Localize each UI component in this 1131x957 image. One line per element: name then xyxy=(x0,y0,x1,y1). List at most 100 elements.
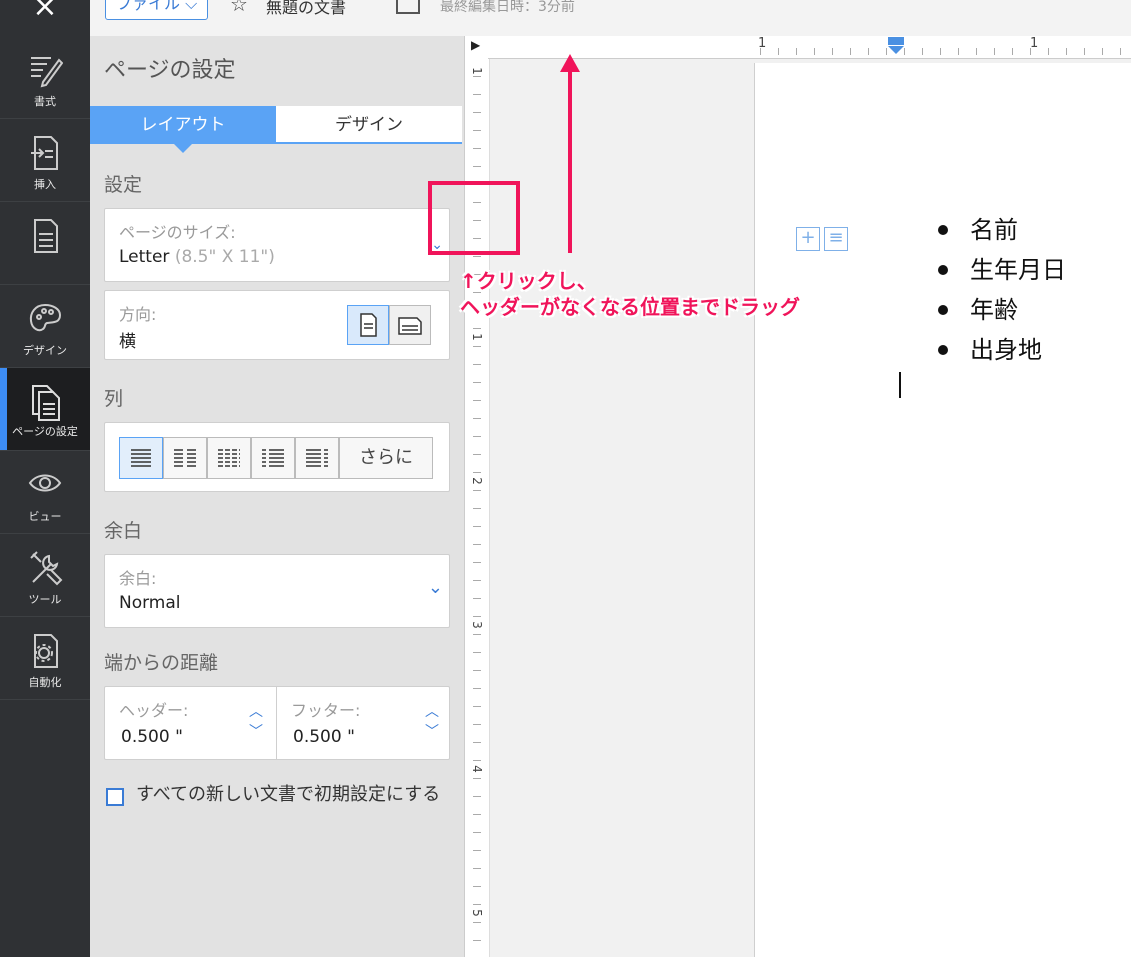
arrow-up-icon xyxy=(560,54,580,72)
nav-item-tools[interactable]: ツール xyxy=(0,534,90,617)
last-edited-text: 最終編集日時：3分前 xyxy=(440,0,575,15)
distance-field: ヘッダー: 0.500 " ︿ ﹀ フッター: 0.500 " ︿ ﹀ xyxy=(104,686,450,760)
document-title[interactable]: 無題の文書 xyxy=(266,0,346,18)
ruler-tick xyxy=(922,48,923,55)
ruler-tick xyxy=(473,868,481,869)
right-column-icon xyxy=(306,449,328,467)
columns-left-button[interactable] xyxy=(251,437,295,479)
nav-item-page-setup[interactable]: ページの設定 xyxy=(0,368,90,451)
ruler-tick xyxy=(940,48,941,55)
ruler-tick xyxy=(473,760,481,761)
orientation-field: 方向: 横 xyxy=(104,290,450,360)
ruler-tick xyxy=(473,922,481,923)
ruler-tick xyxy=(1012,48,1013,55)
ruler-tick xyxy=(473,166,481,167)
bullet-list[interactable]: 名前 生年月日 年齢 出身地 xyxy=(936,210,1066,370)
add-block-icon[interactable]: + xyxy=(796,227,820,251)
landscape-icon xyxy=(398,317,422,335)
landscape-button[interactable] xyxy=(389,305,431,345)
ruler-tick xyxy=(760,48,761,55)
ruler-tick xyxy=(473,400,481,401)
columns-2-button[interactable] xyxy=(163,437,207,479)
block-menu-icon[interactable]: ≡ xyxy=(824,227,848,251)
ruler-tick xyxy=(473,328,481,329)
folder-icon[interactable] xyxy=(396,0,420,14)
ruler-tick xyxy=(473,940,481,941)
ruler-tick xyxy=(473,598,481,599)
ruler-tick xyxy=(473,778,481,779)
chevron-down-icon: ⌵ xyxy=(185,0,198,13)
chevron-up-icon[interactable]: ︿ xyxy=(249,701,263,721)
footer-distance-input[interactable]: フッター: 0.500 " ︿ ﹀ xyxy=(277,687,449,759)
indent-marker-arrow[interactable] xyxy=(888,46,904,54)
file-menu-button[interactable]: ファイル ⌵ xyxy=(105,0,209,20)
ruler-tick xyxy=(904,48,905,55)
document-page[interactable] xyxy=(754,63,1131,957)
document-icon xyxy=(34,219,58,253)
columns-3-button[interactable] xyxy=(207,437,251,479)
columns-field: さらに xyxy=(104,422,450,492)
ruler-tick xyxy=(850,48,851,55)
ruler-tick xyxy=(473,832,481,833)
ruler-tick xyxy=(473,652,481,653)
highlight-box xyxy=(428,181,520,255)
indent-marker-handle[interactable] xyxy=(888,37,904,45)
columns-more-button[interactable]: さらに xyxy=(339,437,433,479)
horizontal-ruler[interactable]: 1 1 xyxy=(488,36,1131,59)
header-distance-input[interactable]: ヘッダー: 0.500 " ︿ ﹀ xyxy=(105,687,277,759)
ruler-tick xyxy=(1048,48,1049,55)
ruler-tick xyxy=(473,634,481,635)
columns-1-button[interactable] xyxy=(119,437,163,479)
page-size-detail: (8.5" X 11") xyxy=(174,247,275,267)
portrait-icon xyxy=(360,313,377,337)
chevron-down-icon: ⌄ xyxy=(427,577,443,598)
chevron-up-icon[interactable]: ︿ xyxy=(425,701,439,721)
ruler-tick xyxy=(976,48,977,55)
nav-item-view[interactable]: ビュー xyxy=(0,451,90,534)
page-setup-panel: ページの設定 レイアウト デザイン 設定 ページのサイズ: Letter (8.… xyxy=(90,36,464,957)
ruler-tick xyxy=(473,76,481,77)
ruler-toggle-icon[interactable]: ▶ xyxy=(471,38,480,52)
tools-icon xyxy=(30,551,63,586)
close-button[interactable]: × xyxy=(0,0,90,36)
star-icon[interactable]: ☆ xyxy=(230,0,248,16)
list-item[interactable]: 出身地 xyxy=(936,330,1066,370)
ruler-tick xyxy=(473,148,481,149)
default-settings-checkbox[interactable] xyxy=(106,788,124,806)
chevron-down-icon[interactable]: ﹀ xyxy=(425,721,439,741)
pen-icon xyxy=(31,57,63,88)
columns-right-button[interactable] xyxy=(295,437,339,479)
nav-item-automation[interactable]: 自動化 xyxy=(0,617,90,700)
three-columns-icon xyxy=(218,449,240,467)
margins-select[interactable]: 余白: Normal ⌄ xyxy=(104,554,450,628)
nav-item-insert[interactable]: 挿入 xyxy=(0,119,90,202)
list-item[interactable]: 生年月日 xyxy=(936,250,1066,290)
portrait-button[interactable] xyxy=(347,305,389,345)
list-item[interactable]: 年齢 xyxy=(936,290,1066,330)
ruler-tick xyxy=(473,742,481,743)
ruler-tick xyxy=(814,48,815,55)
ruler-tick xyxy=(473,562,481,563)
nav-item-format[interactable]: 書式 xyxy=(0,36,90,119)
orientation-value: 横 xyxy=(119,332,136,352)
page-size-select[interactable]: ページのサイズ: Letter (8.5" X 11") ⌄ xyxy=(104,208,450,282)
default-settings-label: すべての新しい文書で初期設定にする xyxy=(136,784,441,805)
nav-item-document[interactable] xyxy=(0,202,90,285)
ruler-tick xyxy=(868,48,869,55)
nav-item-design[interactable]: デザイン xyxy=(0,285,90,368)
ruler-tick xyxy=(473,616,481,617)
insert-icon xyxy=(31,136,58,170)
page-setup-icon xyxy=(32,385,60,421)
tab-layout[interactable]: レイアウト xyxy=(90,106,276,153)
text-cursor xyxy=(899,372,901,398)
ruler-tick xyxy=(473,724,481,725)
list-item[interactable]: 名前 xyxy=(936,210,1066,250)
margins-value: Normal xyxy=(119,593,181,613)
chevron-down-icon[interactable]: ﹀ xyxy=(249,721,263,741)
ruler-tick xyxy=(473,454,481,455)
ruler-tick xyxy=(473,508,481,509)
vertical-ruler[interactable]: ▶ 1 1 2 3 4 5 xyxy=(464,36,490,957)
ruler-tick xyxy=(473,850,481,851)
tab-design[interactable]: デザイン xyxy=(276,106,462,144)
block-tools: + ≡ xyxy=(796,227,852,251)
